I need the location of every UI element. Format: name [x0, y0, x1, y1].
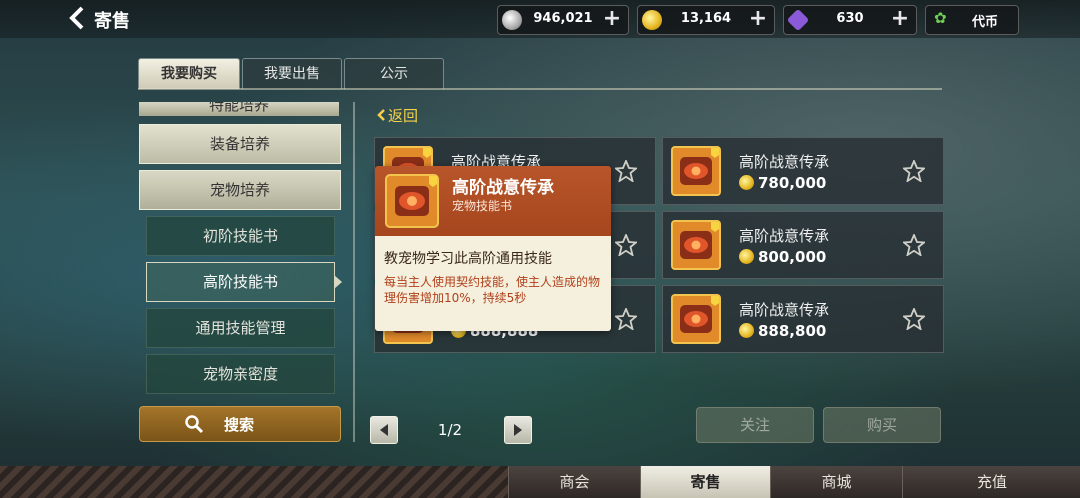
tooltip-item-type: 宠物技能书: [452, 199, 513, 213]
nav-tab-shop[interactable]: 商城: [770, 466, 902, 498]
star-icon[interactable]: [903, 308, 925, 330]
item-price: 780,000: [739, 174, 826, 192]
star-icon[interactable]: [615, 308, 637, 330]
selected-arrow-icon: [334, 275, 342, 289]
gold-coin-icon: [739, 175, 754, 190]
gold-coin-icon: [739, 249, 754, 264]
subcategory-skill-management[interactable]: 通用技能管理: [146, 308, 335, 348]
token-label: 代币: [971, 15, 998, 30]
gold-amount: 13,164: [680, 11, 732, 26]
item-card[interactable]: 高阶战意传承 780,000: [662, 137, 944, 205]
item-tooltip: 高阶战意传承 宠物技能书 教宠物学习此高阶通用技能 每当主人使用契约技能，使主人…: [375, 166, 611, 331]
star-icon[interactable]: [903, 160, 925, 182]
tab-buy[interactable]: 我要购买: [138, 58, 240, 89]
gold-coin-icon: [739, 323, 754, 338]
subcategory-label: 通用技能管理: [195, 319, 286, 337]
item-price-value: 888,800: [758, 322, 827, 340]
purple-gem-icon: [786, 8, 810, 32]
token-leaf-icon: ✿: [934, 9, 947, 27]
back-link[interactable]: 返回: [377, 105, 418, 126]
prev-page-button[interactable]: [370, 416, 398, 444]
subcategory-label: 初阶技能书: [202, 227, 278, 245]
buy-button[interactable]: 购买: [823, 407, 941, 443]
tooltip-description: 教宠物学习此高阶通用技能: [384, 251, 552, 267]
subcategory-label: 宠物亲密度: [202, 365, 278, 383]
tooltip-header: 高阶战意传承 宠物技能书: [375, 166, 611, 236]
chevron-left-icon: [377, 109, 385, 121]
add-silver-button[interactable]: +: [602, 8, 622, 30]
category-equipment[interactable]: 装备培养: [139, 124, 341, 164]
currency-gem: 630 +: [783, 5, 917, 35]
nav-tab-recharge[interactable]: 充值: [902, 466, 1080, 498]
triangle-right-icon: [514, 424, 522, 436]
skill-book-icon: [671, 220, 721, 270]
nav-tab-trade-guild[interactable]: 商会: [508, 466, 640, 498]
subcategory-advanced-skill-book[interactable]: 高阶技能书: [146, 262, 342, 302]
item-price: 888,800: [739, 322, 826, 340]
gold-coin-icon: [642, 10, 662, 30]
star-icon[interactable]: [903, 234, 925, 256]
item-card[interactable]: 高阶战意传承 888,800: [662, 285, 944, 353]
tab-announce[interactable]: 公示: [344, 58, 444, 89]
add-gold-button[interactable]: +: [748, 8, 768, 30]
item-price-value: 800,000: [758, 248, 827, 266]
subcategory-basic-skill-book[interactable]: 初阶技能书: [146, 216, 335, 256]
nav-tab-consignment[interactable]: 寄售: [640, 466, 770, 498]
tab-sell[interactable]: 我要出售: [242, 58, 342, 89]
silver-amount: 946,021: [533, 11, 593, 26]
tooltip-effect-detail: 每当主人使用契约技能，使主人造成的物理伤害增加10%，持续5秒: [384, 275, 601, 305]
star-icon[interactable]: [615, 234, 637, 256]
star-icon[interactable]: [615, 160, 637, 182]
triangle-left-icon: [380, 424, 388, 436]
category-pet-label: 宠物培养: [209, 181, 270, 199]
tab-underline: [138, 88, 942, 90]
top-bar: 寄售 946,021 + 13,164 + 630 + ✿ 代币: [0, 0, 1080, 38]
category-pet[interactable]: 宠物培养: [139, 170, 341, 210]
follow-button[interactable]: 关注: [696, 407, 814, 443]
skill-book-icon: [671, 146, 721, 196]
page-indicator: 1/2: [437, 421, 463, 439]
subcategory-label: 高阶技能书: [202, 273, 278, 291]
item-card[interactable]: 高阶战意传承 800,000: [662, 211, 944, 279]
currency-silver: 946,021 +: [497, 5, 629, 35]
panel-divider: [353, 102, 355, 442]
skill-book-icon: [385, 174, 439, 228]
currency-token[interactable]: ✿ 代币: [925, 5, 1019, 35]
item-name: 高阶战意传承: [739, 301, 830, 319]
currency-gold: 13,164 +: [637, 5, 775, 35]
subcategory-pet-intimacy[interactable]: 宠物亲密度: [146, 354, 335, 394]
category-equipment-label: 装备培养: [209, 135, 270, 153]
category-partial[interactable]: 特能培养: [139, 102, 339, 116]
page-title: 寄售: [94, 11, 130, 32]
decorative-stripe: [0, 466, 508, 498]
silver-coin-icon: [502, 10, 522, 30]
item-name: 高阶战意传承: [739, 153, 830, 171]
search-icon: [185, 415, 204, 434]
search-button[interactable]: 搜索: [139, 406, 341, 442]
back-label: 返回: [388, 107, 419, 125]
back-arrow-icon[interactable]: [66, 4, 88, 32]
item-price-value: 780,000: [758, 174, 827, 192]
search-label: 搜索: [224, 416, 255, 434]
add-gem-button[interactable]: +: [890, 8, 910, 30]
tooltip-item-name: 高阶战意传承: [452, 178, 554, 198]
gem-amount: 630: [836, 11, 864, 26]
skill-book-icon: [671, 294, 721, 344]
item-price: 800,000: [739, 248, 826, 266]
item-name: 高阶战意传承: [739, 227, 830, 245]
tooltip-body: 教宠物学习此高阶通用技能 每当主人使用契约技能，使主人造成的物理伤害增加10%，…: [375, 236, 611, 331]
next-page-button[interactable]: [504, 416, 532, 444]
category-partial-label: 特能培养: [208, 102, 269, 114]
